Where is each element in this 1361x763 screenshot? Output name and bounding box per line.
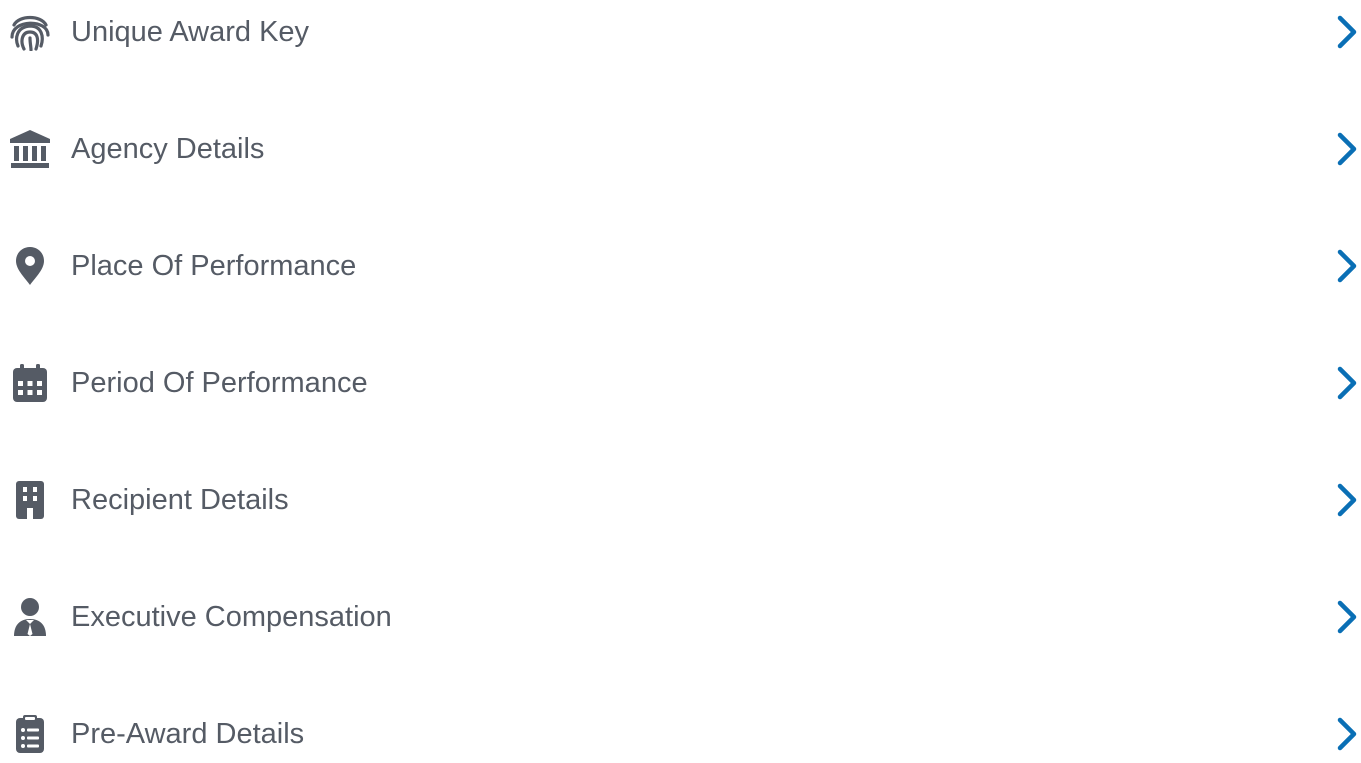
menu-item-unique-award-key[interactable]: Unique Award Key (0, 1, 1361, 61)
chevron-right-icon (1336, 717, 1358, 751)
menu-item-agency-details[interactable]: Agency Details (0, 118, 1361, 178)
clipboard-list-icon (9, 714, 51, 754)
chevron-right-icon (1336, 15, 1358, 49)
menu-item-label: Unique Award Key (71, 16, 310, 48)
menu-item-executive-compensation[interactable]: Executive Compensation (0, 586, 1361, 646)
menu-item-recipient-details[interactable]: Recipient Details (0, 469, 1361, 529)
chevron-right-icon (1336, 600, 1358, 634)
menu-item-label: Executive Compensation (71, 601, 392, 633)
menu-item-label: Recipient Details (71, 484, 289, 516)
chevron-right-icon (1336, 483, 1358, 517)
chevron-right-icon (1336, 249, 1358, 283)
user-tie-icon (9, 597, 51, 637)
menu-item-pre-award-details[interactable]: Pre-Award Details (0, 703, 1361, 763)
menu-item-place-of-performance[interactable]: Place Of Performance (0, 235, 1361, 295)
menu-item-label: Period Of Performance (71, 367, 368, 399)
menu-item-label: Place Of Performance (71, 250, 357, 282)
menu-item-label: Agency Details (71, 133, 265, 165)
map-pin-icon (9, 246, 51, 286)
bank-icon (9, 129, 51, 169)
calendar-icon (9, 363, 51, 403)
chevron-right-icon (1336, 132, 1358, 166)
menu-item-period-of-performance[interactable]: Period Of Performance (0, 352, 1361, 412)
menu-item-label: Pre-Award Details (71, 718, 305, 750)
fingerprint-icon (9, 12, 51, 52)
award-details-menu: Unique Award Key Agency Details Place Of… (0, 0, 1361, 753)
chevron-right-icon (1336, 366, 1358, 400)
building-icon (9, 480, 51, 520)
